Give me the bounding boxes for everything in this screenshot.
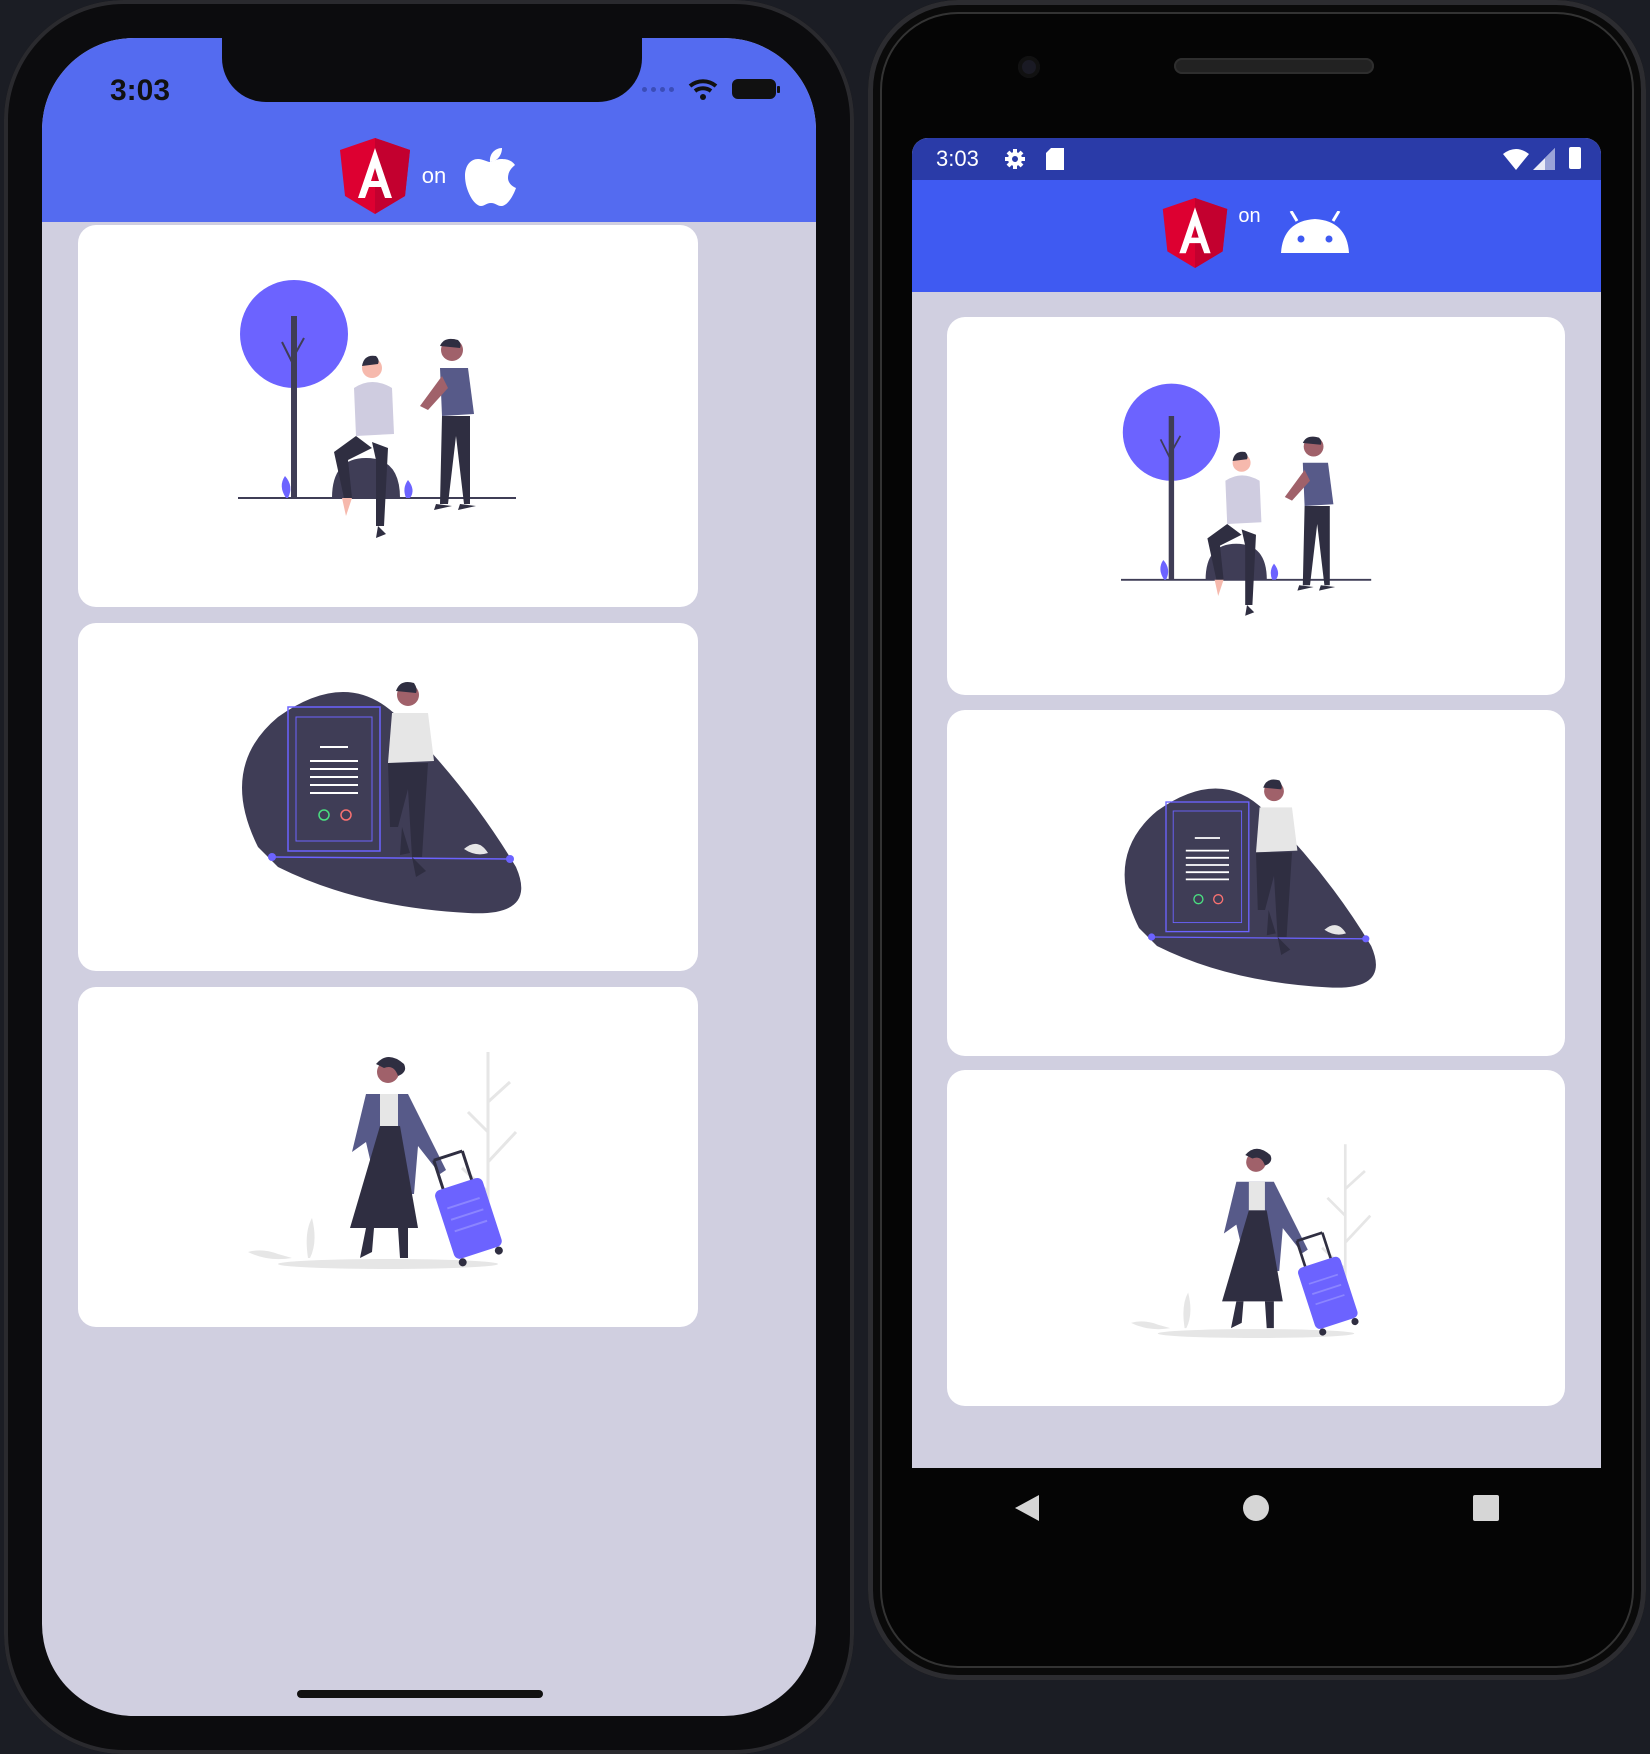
- recents-icon[interactable]: [1472, 1494, 1500, 1522]
- android-battery-icon: [1569, 147, 1581, 169]
- back-icon[interactable]: [1013, 1493, 1041, 1523]
- woman-suitcase-illustration: [1131, 1144, 1372, 1338]
- ios-card-2[interactable]: [78, 623, 698, 971]
- android-card-2[interactable]: [947, 710, 1565, 1056]
- brand-on-text: on: [1238, 204, 1261, 227]
- settings-gear-icon: [1005, 149, 1025, 169]
- ios-notch: [222, 38, 642, 102]
- apple-logo-icon: [465, 148, 517, 206]
- brand-on-text: on: [421, 163, 447, 188]
- android-device: 3:03 on: [868, 0, 1646, 1680]
- android-status-time: 3:03: [936, 146, 979, 171]
- android-card-1[interactable]: [947, 317, 1565, 695]
- wifi-icon: [688, 79, 718, 100]
- ios-screen: 3:03 on: [42, 38, 816, 1716]
- android-screen: 3:03 on: [912, 138, 1601, 1468]
- wifi-signal-icon: [1503, 149, 1529, 170]
- woman-suitcase-illustration: [248, 1052, 518, 1269]
- ios-card-3[interactable]: [78, 987, 698, 1327]
- iphone-device: 3:03 on: [4, 0, 854, 1754]
- android-header: on: [912, 180, 1601, 292]
- home-indicator[interactable]: [297, 1690, 543, 1698]
- people-talking-illustration: [1121, 383, 1372, 616]
- phone-screen-illustration: [1124, 779, 1376, 988]
- people-talking-illustration: [238, 280, 516, 538]
- signal-dots-icon: [642, 86, 674, 92]
- battery-icon: [732, 79, 780, 99]
- ios-brand-row: on: [42, 138, 816, 214]
- android-brand-row: on: [912, 198, 1601, 268]
- android-card-3[interactable]: [947, 1070, 1565, 1406]
- front-camera: [1018, 56, 1040, 78]
- android-robot-icon: [1280, 211, 1349, 253]
- android-nav-bar: [912, 1468, 1601, 1548]
- phone-screen-illustration: [242, 682, 522, 914]
- sd-card-icon: [1046, 148, 1064, 170]
- ios-status-icons: [642, 78, 780, 100]
- ios-card-1[interactable]: [78, 225, 698, 607]
- angular-logo-icon: [1163, 198, 1228, 268]
- angular-logo-icon: [339, 138, 410, 214]
- ios-status-time: 3:03: [110, 74, 171, 107]
- ios-header: 3:03 on: [42, 38, 816, 222]
- cell-signal-icon: [1533, 148, 1555, 170]
- android-status-bar: 3:03: [912, 138, 1601, 180]
- home-icon[interactable]: [1242, 1494, 1270, 1522]
- earpiece-speaker: [1174, 58, 1374, 74]
